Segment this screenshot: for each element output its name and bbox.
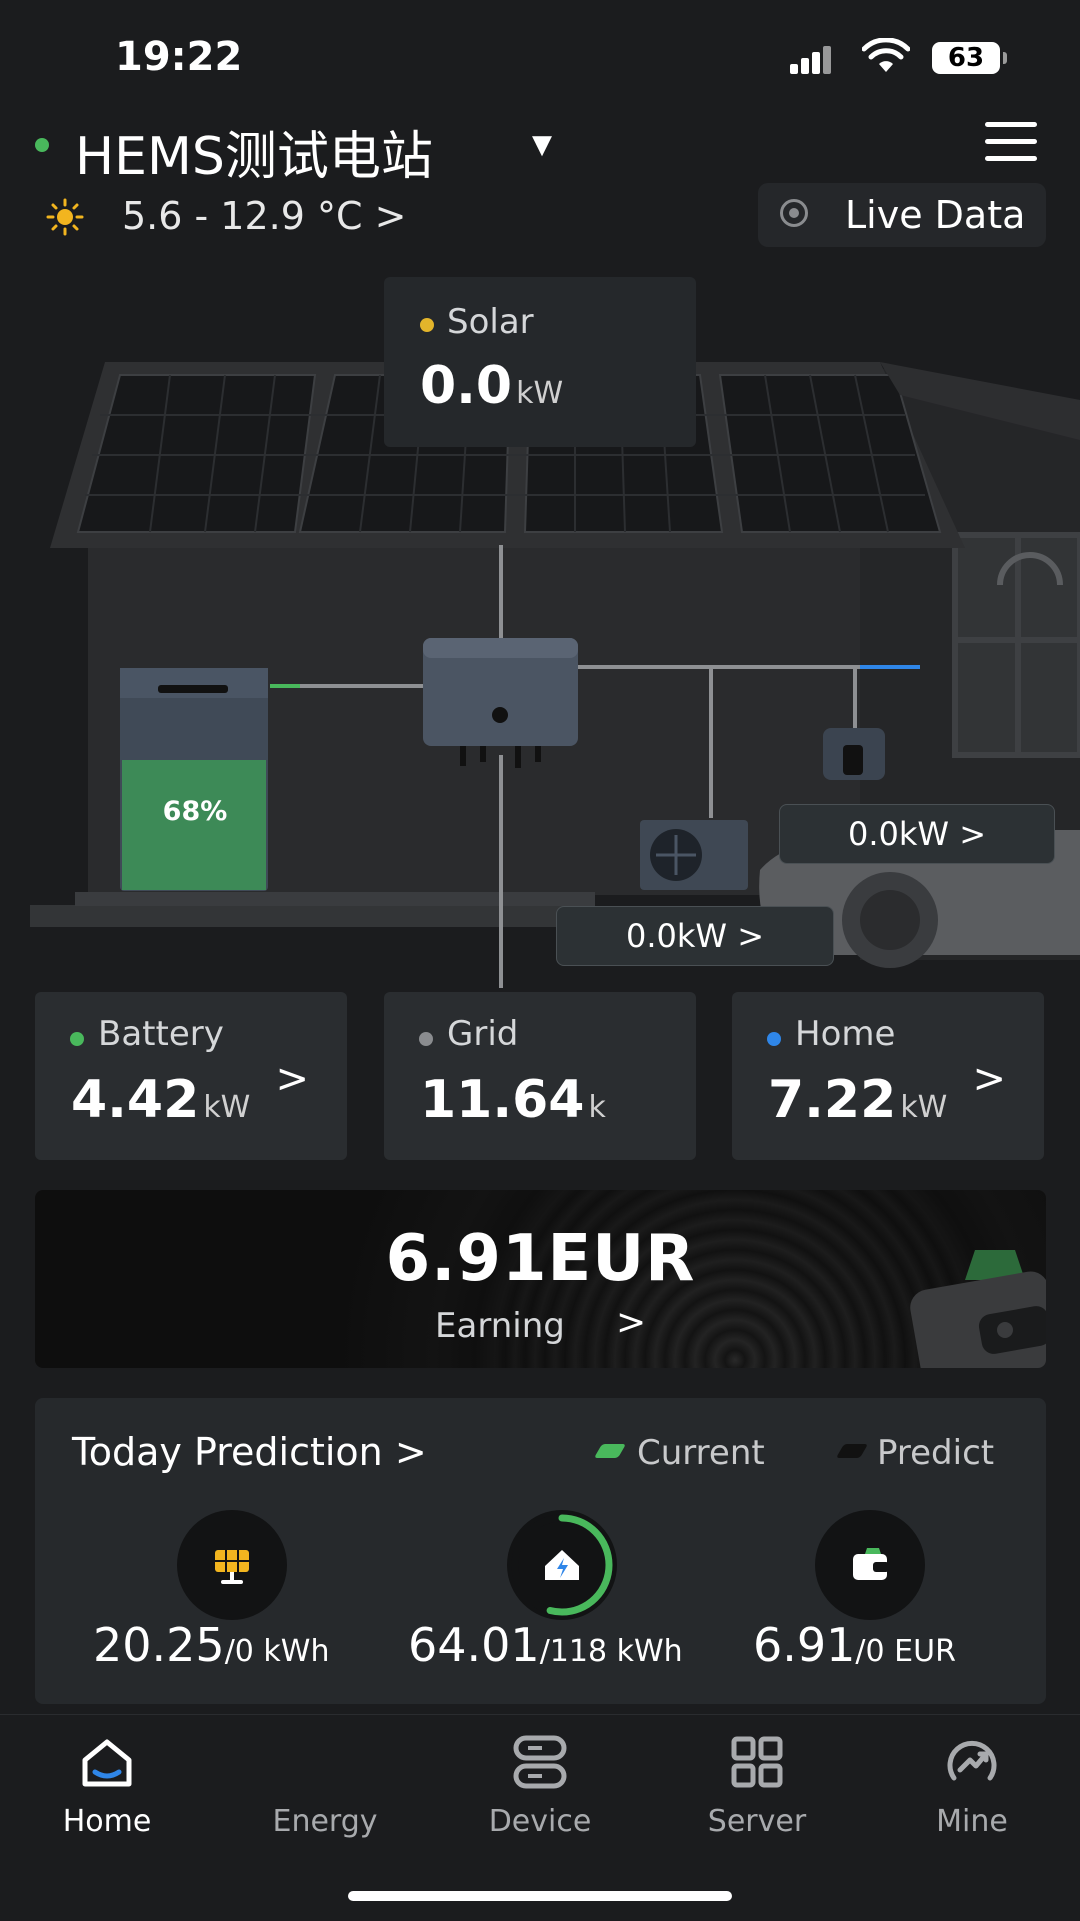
live-data-label: Live Data <box>845 193 1026 237</box>
home-energy-icon <box>511 1514 613 1616</box>
status-time: 19:22 <box>115 34 243 80</box>
weather-range[interactable]: 5.6 - 12.9 °C > <box>122 194 406 238</box>
battery-stat-card[interactable]: Battery 4.42 kW > <box>35 992 347 1160</box>
tab-home-label: Home <box>62 1804 152 1839</box>
tab-mine-label: Mine <box>936 1804 1008 1839</box>
chevron-right-icon: > <box>616 1302 647 1343</box>
tab-home[interactable]: Home <box>17 1730 197 1839</box>
chevron-right-icon: > <box>275 1056 309 1102</box>
tab-device-label: Device <box>488 1804 592 1839</box>
home-stat-value: 7.22 kW <box>768 1070 948 1130</box>
wifi-icon <box>862 38 910 72</box>
grid-status-dot <box>419 1032 433 1046</box>
device-icon <box>513 1735 567 1789</box>
battery-status-dot <box>70 1032 84 1046</box>
home-icon <box>82 1739 132 1787</box>
legend-predict-label: Predict <box>877 1433 995 1473</box>
cellular-signal-icon <box>790 44 842 74</box>
home-stat-label: Home <box>795 1014 896 1054</box>
energy-icon <box>293 1730 357 1794</box>
wallet-icon <box>853 1548 889 1580</box>
solar-status-dot <box>420 318 434 332</box>
home-status-dot <box>767 1032 781 1046</box>
home-indicator[interactable] <box>348 1891 732 1901</box>
earning-value: 6.91EUR <box>385 1222 696 1296</box>
solar-power-unit: kW <box>516 376 564 411</box>
menu-icon[interactable] <box>985 122 1037 162</box>
today-prediction-title[interactable]: Today Prediction > <box>72 1430 427 1474</box>
solar-prediction-ring <box>177 1510 287 1620</box>
earning-prediction-value: 6.91/0 EUR <box>753 1618 956 1672</box>
grid-stat-card[interactable]: Grid 11.64 k <box>384 992 696 1160</box>
station-status-dot <box>35 138 49 152</box>
battery-stat-value: 4.42 kW <box>71 1070 251 1130</box>
battery-soc-label: 68% <box>162 796 228 827</box>
station-name[interactable]: HEMS测试电站 <box>75 114 433 189</box>
tab-mine[interactable]: Mine <box>882 1730 1062 1839</box>
earning-label: Earning <box>435 1306 565 1346</box>
tab-energy-label: Energy <box>272 1804 378 1839</box>
ev-charger-power-button[interactable]: 0.0kW > <box>779 804 1055 864</box>
server-icon <box>731 1736 783 1788</box>
legend-current-label: Current <box>637 1433 765 1473</box>
tab-device[interactable]: Device <box>450 1730 630 1839</box>
solar-panel-icon <box>215 1550 249 1584</box>
sun-icon <box>46 198 84 236</box>
solar-prediction-value: 20.25/0 kWh <box>93 1618 330 1672</box>
mine-icon <box>947 1740 997 1781</box>
tab-server[interactable]: Server <box>667 1730 847 1839</box>
grid-stat-label: Grid <box>447 1014 519 1054</box>
chevron-right-icon: > <box>972 1056 1006 1102</box>
home-stat-card[interactable]: Home 7.22 kW > <box>732 992 1044 1160</box>
grid-stat-value: 11.64 k <box>420 1070 606 1130</box>
battery-status-icon: 63 <box>932 42 1007 74</box>
heat-pump-power-button[interactable]: 0.0kW > <box>556 906 834 966</box>
home-prediction-value: 64.01/118 kWh <box>408 1618 683 1672</box>
solar-label: Solar <box>447 302 534 342</box>
tab-energy[interactable]: Energy <box>235 1730 415 1839</box>
home-energy-prediction-ring <box>507 1510 617 1620</box>
station-dropdown-icon[interactable]: ▼ <box>532 130 552 160</box>
earning-prediction-ring <box>815 1510 925 1620</box>
battery-stat-label: Battery <box>98 1014 224 1054</box>
tab-server-label: Server <box>707 1804 807 1839</box>
solar-power-value: 0.0 kW <box>420 356 564 416</box>
live-indicator-icon <box>780 199 808 227</box>
